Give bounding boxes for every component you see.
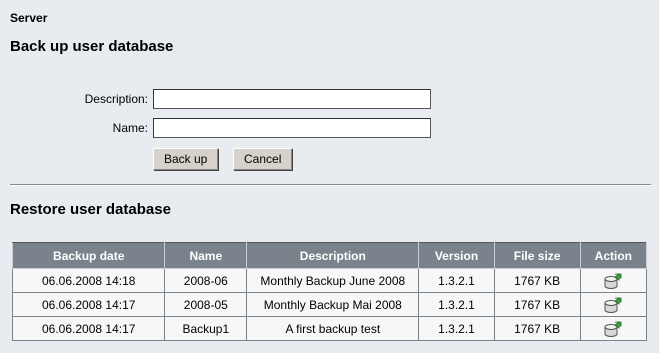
backup-size-cell: 1767 KB [493,292,581,317]
backup-date-cell: 06.06.2008 14:18 [11,268,166,293]
column-header-description[interactable]: Description [246,242,420,269]
column-header-action: Action [579,242,648,269]
column-header-version[interactable]: Version [418,242,495,269]
column-header-file-size[interactable]: File size [493,242,581,269]
backup-version-cell: 1.3.2.1 [418,268,495,293]
table-row: 06.06.2008 14:17 Backup1 A first backup … [11,316,648,341]
column-header-backup-date[interactable]: Backup date [11,242,166,269]
backup-name-cell: 2008-06 [164,268,248,293]
table-header-row: Backup date Name Description Version Fil… [11,242,648,269]
backup-version-cell: 1.3.2.1 [418,316,495,341]
restore-section-title: Restore user database [10,201,171,218]
action-cell [579,316,648,341]
breadcrumb: Server [10,11,48,25]
description-input[interactable] [153,89,431,109]
name-label: Name: [112,121,148,135]
back-up-button[interactable]: Back up [153,148,219,170]
table-row: 06.06.2008 14:17 2008-05 Monthly Backup … [11,292,648,317]
section-divider [10,184,651,186]
backup-size-cell: 1767 KB [493,316,581,341]
table-row: 06.06.2008 14:18 2008-06 Monthly Backup … [11,268,648,293]
description-label: Description: [84,92,148,106]
column-header-name[interactable]: Name [164,242,248,269]
restore-icon[interactable] [603,320,623,338]
backup-description-cell: A first backup test [246,316,420,341]
backup-description-cell: Monthly Backup Mai 2008 [246,292,420,317]
backup-date-cell: 06.06.2008 14:17 [11,316,166,341]
restore-icon[interactable] [603,272,623,290]
action-cell [579,292,648,317]
backup-description-cell: Monthly Backup June 2008 [246,268,420,293]
backup-section-title: Back up user database [10,38,174,55]
backup-version-cell: 1.3.2.1 [418,292,495,317]
action-cell [579,268,648,293]
backup-table: Backup date Name Description Version Fil… [11,242,648,341]
backup-size-cell: 1767 KB [493,268,581,293]
backup-date-cell: 06.06.2008 14:17 [11,292,166,317]
name-input[interactable] [153,118,431,138]
cancel-button[interactable]: Cancel [233,148,293,170]
backup-name-cell: 2008-05 [164,292,248,317]
backup-name-cell: Backup1 [164,316,248,341]
restore-icon[interactable] [603,296,623,314]
